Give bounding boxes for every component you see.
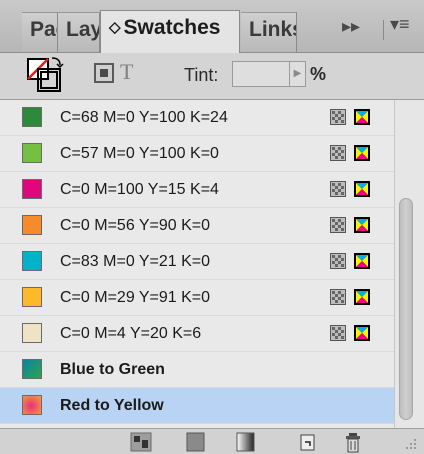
swatch-row[interactable]: C=0 M=100 Y=15 K=4 [0, 172, 394, 208]
swatch-name: C=0 M=100 Y=15 K=4 [60, 181, 219, 198]
tab-layers[interactable]: Layers [58, 12, 100, 52]
process-color-icon [354, 181, 370, 197]
tab-swatches-label: Swatches [123, 16, 221, 39]
swatch-name: C=0 M=29 Y=91 K=0 [60, 289, 211, 306]
tint-input[interactable] [232, 61, 290, 87]
panel-tab-bar: Pages Layers ◇Swatches Links ▸▸ ▾≡ [0, 0, 424, 53]
cmyk-mode-icon [330, 181, 346, 197]
tab-links-label: Links [249, 18, 296, 41]
process-color-icon [354, 253, 370, 269]
tab-divider [383, 20, 384, 40]
tab-swatches[interactable]: ◇ Swatches [100, 10, 240, 53]
new-swatch-icon[interactable] [298, 432, 318, 452]
show-gradient-swatches-icon[interactable] [236, 432, 256, 452]
color-swatch-chip [22, 251, 42, 271]
cmyk-mode-icon [330, 145, 346, 161]
panel-bottom-bar [0, 428, 424, 454]
swatch-row[interactable]: C=0 M=4 Y=20 K=6 [0, 316, 394, 352]
color-swatch-chip [22, 179, 42, 199]
color-swatch-chip [22, 287, 42, 307]
show-all-swatches-icon[interactable] [130, 432, 152, 452]
tint-label: Tint: [184, 65, 219, 85]
process-color-icon [354, 109, 370, 125]
swatch-toolbar: T Tint: ▶ % [0, 53, 424, 100]
swatch-row[interactable]: C=57 M=0 Y=100 K=0 [0, 136, 394, 172]
show-color-swatches-icon[interactable] [186, 432, 206, 452]
swatch-name: C=68 M=0 Y=100 K=24 [60, 109, 228, 126]
cmyk-mode-icon [330, 325, 346, 341]
swatch-name: C=83 M=0 Y=21 K=0 [60, 253, 211, 270]
swatch-row[interactable]: Blue to Green [0, 352, 394, 388]
tab-links[interactable]: Links [241, 12, 297, 52]
more-tabs-chevron-icon[interactable]: ▸▸ [342, 16, 360, 37]
tab-pages[interactable]: Pages [22, 12, 58, 52]
tint-stepper-icon[interactable]: ▶ [290, 61, 306, 87]
color-swatch-chip [22, 323, 42, 343]
delete-swatch-icon[interactable] [344, 432, 364, 454]
color-swatch-chip [22, 215, 42, 235]
swatch-name: Red to Yellow [60, 397, 164, 414]
cmyk-mode-icon [330, 109, 346, 125]
color-swatch-chip [22, 107, 42, 127]
swatch-list: C=68 M=0 Y=100 K=24 C=57 M=0 Y=100 K=0 C=0… [0, 100, 424, 428]
tab-layers-label: Layers [66, 18, 100, 41]
process-color-icon [354, 325, 370, 341]
formatting-text-icon[interactable]: T [120, 59, 133, 85]
cmyk-mode-icon [330, 217, 346, 233]
process-color-icon [354, 217, 370, 233]
swatch-name: C=0 M=56 Y=90 K=0 [60, 217, 211, 234]
tab-sort-arrows-icon: ◇ [109, 19, 121, 36]
gradient-swatch-chip [22, 359, 42, 379]
formatting-container-icon[interactable] [94, 63, 114, 83]
swatch-row[interactable]: Red to Yellow [0, 388, 394, 424]
swatch-row[interactable]: C=68 M=0 Y=100 K=24 [0, 100, 394, 136]
fill-stroke-swap-icon[interactable] [26, 55, 72, 95]
process-color-icon [354, 289, 370, 305]
scrollbar-thumb[interactable] [399, 198, 413, 420]
swatch-name: C=0 M=4 Y=20 K=6 [60, 325, 202, 342]
gradient-swatch-chip [22, 395, 42, 415]
cmyk-mode-icon [330, 253, 346, 269]
swatches-panel: Pages Layers ◇Swatches Links ▸▸ ▾≡ T Tin… [0, 0, 424, 454]
color-swatch-chip [22, 143, 42, 163]
tab-pages-label: Pages [30, 18, 57, 41]
swatch-row[interactable]: C=0 M=29 Y=91 K=0 [0, 280, 394, 316]
swatch-name: C=57 M=0 Y=100 K=0 [60, 145, 219, 162]
swatch-row[interactable]: C=83 M=0 Y=21 K=0 [0, 244, 394, 280]
panel-menu-icon[interactable]: ▾≡ [390, 14, 410, 35]
swatch-name: Blue to Green [60, 361, 165, 378]
cmyk-mode-icon [330, 289, 346, 305]
tint-unit: % [310, 64, 327, 84]
swatch-row[interactable]: C=0 M=56 Y=90 K=0 [0, 208, 394, 244]
resize-grip-icon[interactable] [404, 437, 418, 451]
process-color-icon [354, 145, 370, 161]
